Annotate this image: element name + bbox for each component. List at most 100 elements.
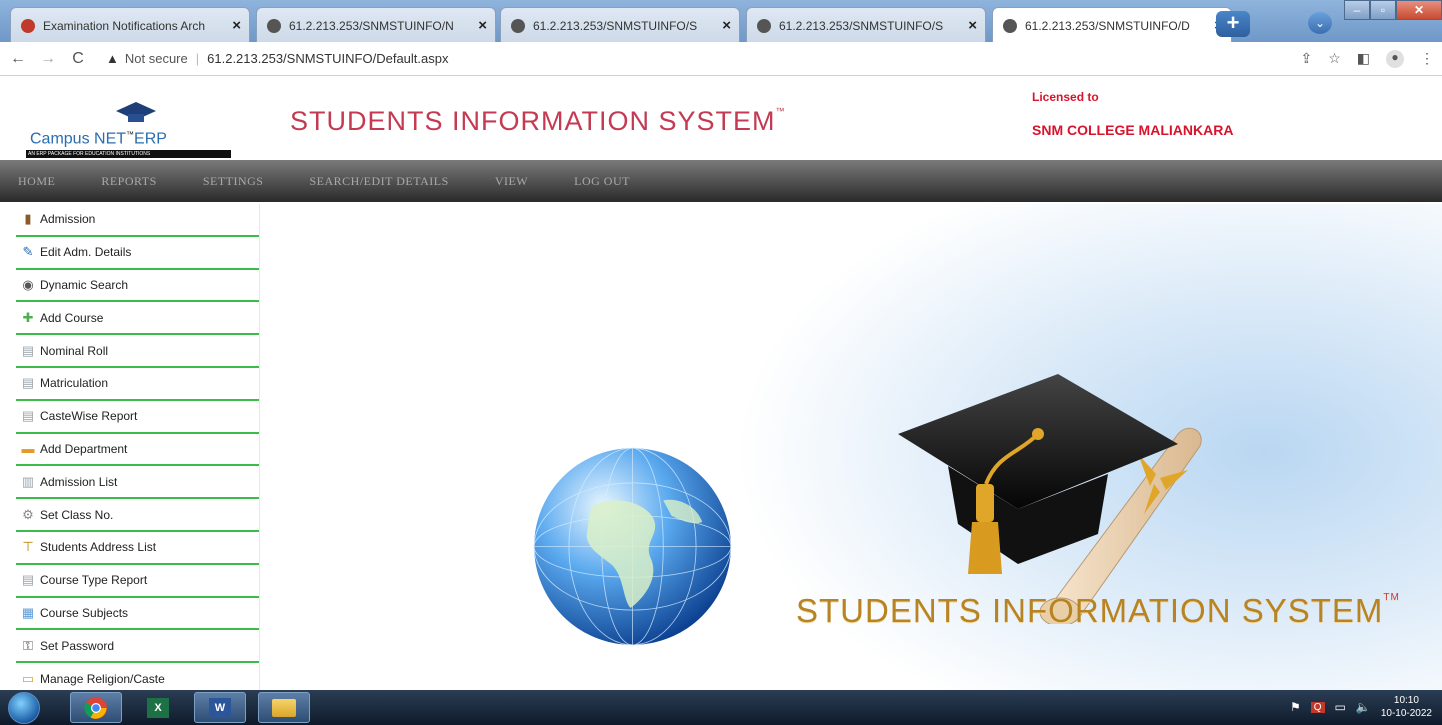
forward-button[interactable]: → (36, 50, 60, 68)
bookmark-star-icon[interactable]: ☆ (1328, 50, 1341, 68)
campus-net-erp-logo: Campus NET™ERP AN ERP PACKAGE FOR EDUCAT… (26, 102, 236, 158)
folder-icon: ▭ (21, 670, 35, 686)
system-tray: ⚑ Q ▭ 🔈 10:10 10-10-2022 (1290, 694, 1432, 720)
new-tab-button[interactable]: + (1216, 11, 1250, 37)
signpost-icon: ⊤ (22, 539, 34, 555)
browser-tab[interactable]: 61.2.213.253/SNMSTUINFO/S × (746, 7, 986, 43)
tab-close-icon[interactable]: × (232, 17, 241, 34)
sidebar-item-dynamic-search[interactable]: ◉ Dynamic Search (16, 270, 259, 303)
folder-icon (272, 698, 296, 717)
excel-icon: X (147, 697, 169, 718)
sidebar-item-label: Manage Religion/Caste (40, 671, 165, 686)
globe-favicon-icon (1003, 18, 1017, 33)
sidebar-item-label: Course Subjects (40, 605, 129, 620)
browser-tab[interactable]: 61.2.213.253/SNMSTUINFO/S × (500, 7, 740, 43)
taskbar-clock[interactable]: 10:10 10-10-2022 (1381, 694, 1432, 720)
sidebar-item-set-password[interactable]: ⚿ Set Password (16, 630, 259, 664)
sidebar-item-label: Admission List (40, 474, 118, 489)
sidebar-item-course-subjects[interactable]: ▦ Course Subjects (16, 598, 259, 631)
sidebar-item-label: Students Address List (40, 540, 157, 555)
browser-tab-strip: Examination Notifications Arch × 61.2.213.… (0, 0, 1442, 43)
sidebar-item-add-department[interactable]: ▬ Add Department (16, 434, 259, 467)
taskbar-excel-button[interactable]: X (132, 692, 184, 723)
sidebar-item-label: Add Course (40, 310, 104, 325)
logo-erp: ERP (134, 130, 167, 148)
clock-date: 10-10-2022 (1380, 708, 1432, 719)
splash-title: STUDENTS INFORMATION SYSTEMTM (796, 592, 1400, 630)
logo-text: Campus NET™ERP (30, 130, 167, 148)
taskbar-word-button[interactable]: W (194, 692, 246, 723)
reload-button[interactable]: C (66, 50, 90, 68)
tab-close-icon[interactable]: × (722, 17, 731, 34)
sidebar-item-label: Matriculation (40, 376, 109, 391)
browser-menu-icon[interactable]: ⋮ (1420, 50, 1434, 68)
tab-close-icon[interactable]: × (478, 17, 487, 34)
pencil-icon: ✎ (22, 244, 34, 260)
sidebar-item-students-address-list[interactable]: ⊤ Students Address List (16, 532, 259, 565)
minimize-button[interactable]: – (1344, 0, 1370, 20)
sidebar-item-admission-list[interactable]: ▥ Admission List (16, 466, 259, 500)
tab-close-icon[interactable]: × (968, 17, 977, 34)
menu-search-edit-details[interactable]: SEARCH/EDIT DETAILS (309, 174, 448, 189)
main-menu-bar: HOME REPORTS SETTINGS SEARCH/EDIT DETAIL… (0, 160, 1442, 202)
sidebar-item-course-type-report[interactable]: ▤ Course Type Report (16, 565, 259, 598)
logo-tm: ™ (126, 130, 135, 139)
sidebar-item-castewise-report[interactable]: ▤ CasteWise Report (16, 401, 259, 434)
taskbar-chrome-button[interactable] (70, 692, 122, 723)
sidebar-panel-icon[interactable]: ◧ (1357, 50, 1370, 68)
display-icon[interactable]: ▭ (1335, 700, 1346, 714)
sidebar-item-nominal-roll[interactable]: ▤ Nominal Roll (16, 335, 259, 368)
key-icon: ⚿ (23, 637, 33, 653)
document-icon: ▤ (21, 408, 35, 424)
page-header: Campus NET™ERP AN ERP PACKAGE FOR EDUCAT… (0, 76, 1442, 160)
logo-campus-net: Campus NET (30, 130, 127, 148)
folder-add-icon: ▬ (21, 441, 35, 457)
sidebar-item-label: Nominal Roll (40, 343, 109, 358)
profile-avatar-icon[interactable]: ● (1386, 50, 1404, 68)
share-icon[interactable]: ⇪ (1300, 50, 1312, 68)
omnibox[interactable]: ▲ Not secure | 61.2.213.253/SNMSTUINFO/D… (106, 51, 448, 66)
splash-title-text: STUDENTS INFORMATION SYSTEM (796, 592, 1384, 629)
sidebar-item-matriculation[interactable]: ▤ Matriculation (16, 368, 259, 401)
logo-cap-icon (116, 102, 156, 122)
menu-view[interactable]: VIEW (495, 174, 528, 189)
list-icon: ▥ (21, 473, 35, 489)
tab-title: 61.2.213.253/SNMSTUINFO/S (533, 18, 698, 33)
antivirus-icon[interactable]: Q (1310, 701, 1325, 713)
browser-tab[interactable]: 61.2.213.253/SNMSTUINFO/N × (256, 7, 496, 43)
back-button[interactable]: ← (6, 50, 30, 68)
security-label[interactable]: Not secure (125, 51, 188, 66)
browser-tab[interactable]: 61.2.213.253/SNMSTUINFO/D× (992, 7, 1232, 43)
sidebar-item-edit-adm-details[interactable]: ✎ Edit Adm. Details (16, 237, 259, 270)
menu-settings[interactable]: SETTINGS (203, 174, 264, 189)
globe-favicon-icon (757, 18, 771, 33)
tab-title: 61.2.213.253/SNMSTUINFO/S (779, 18, 944, 33)
chrome-icon (84, 696, 107, 719)
taskbar-explorer-button[interactable] (258, 692, 310, 723)
sidebar-item-admission[interactable]: ▮ Admission (16, 204, 259, 237)
graduation-cap-diploma-image (898, 374, 1202, 624)
close-window-button[interactable]: ✕ (1396, 0, 1442, 20)
sidebar-item-label: CasteWise Report (40, 409, 138, 424)
binoculars-icon: ◉ (22, 276, 34, 292)
menu-log-out[interactable]: LOG OUT (574, 174, 630, 189)
start-button[interactable] (8, 692, 40, 724)
menu-home[interactable]: HOME (18, 174, 55, 189)
windows-taskbar: X W ⚑ Q ▭ 🔈 10:10 10-10-2022 (0, 690, 1442, 725)
door-icon: ▮ (24, 211, 32, 227)
splash-area: STUDENTS INFORMATION SYSTEMTM (262, 204, 1442, 690)
sidebar-item-add-course[interactable]: ✚ Add Course (16, 302, 259, 336)
volume-icon[interactable]: 🔈 (1356, 700, 1371, 714)
sidebar-item-manage-religion-caste[interactable]: ▭ Manage Religion/Caste (16, 663, 259, 690)
sidebar-item-set-class-no[interactable]: ⚙ Set Class No. (16, 499, 259, 532)
maximize-button[interactable]: ▫ (1370, 0, 1396, 20)
network-flag-icon[interactable]: ⚑ (1290, 700, 1301, 714)
tab-title: Examination Notifications Arch (43, 18, 206, 33)
clock-time: 10:10 (1393, 695, 1419, 706)
url-text[interactable]: 61.2.213.253/SNMSTUINFO/Default.aspx (207, 51, 448, 66)
warning-icon: ▲ (106, 51, 119, 66)
licensed-to-label: Licensed to (1032, 90, 1099, 104)
browser-tab[interactable]: Examination Notifications Arch × (10, 7, 250, 43)
menu-reports[interactable]: REPORTS (101, 174, 156, 189)
tab-search-button[interactable]: ⌄ (1308, 12, 1332, 34)
